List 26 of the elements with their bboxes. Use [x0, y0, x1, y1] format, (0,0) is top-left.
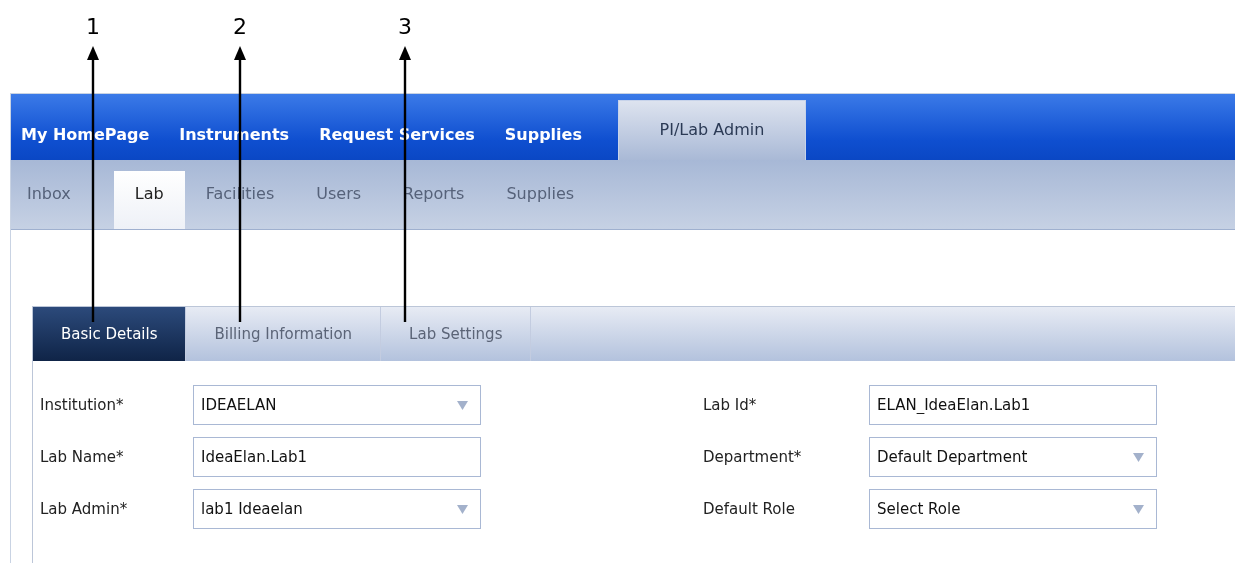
callout-number: 2	[233, 14, 247, 39]
text-field[interactable]: IdeaElan.Lab1	[193, 437, 481, 477]
sub-nav-tab[interactable]: Supplies	[485, 171, 596, 229]
field-label: Lab Admin*	[40, 500, 129, 518]
sub-nav-tab[interactable]: Lab	[113, 171, 185, 229]
field-label: Lab Id*	[703, 396, 758, 414]
field-label: Institution*	[40, 396, 125, 414]
field-label: Default Role	[703, 500, 796, 518]
dropdown-field[interactable]: IDEAELAN	[193, 385, 481, 425]
sub-nav-tab[interactable]: Users	[295, 171, 383, 229]
callout-number: 3	[398, 14, 412, 39]
dropdown-field[interactable]: lab1 Ideaelan	[193, 489, 481, 529]
tab[interactable]: Basic Details	[33, 307, 187, 361]
caret-icon	[1133, 452, 1144, 462]
field-label: Department*	[703, 448, 803, 466]
callout-number: 1	[86, 14, 100, 39]
dropdown-field[interactable]: Select Role	[869, 489, 1157, 529]
caret-icon	[457, 400, 468, 410]
field-label: Lab Name*	[40, 448, 125, 466]
text-field[interactable]: ELAN_IdeaElan.Lab1	[869, 385, 1157, 425]
caret-icon	[457, 504, 468, 514]
sub-nav-tab[interactable]: Inbox	[11, 171, 92, 229]
nav-tab[interactable]: PI/Lab Admin	[617, 100, 806, 160]
dropdown-field[interactable]: Default Department	[869, 437, 1157, 477]
nav-tab[interactable]: Supplies	[504, 125, 582, 160]
caret-icon	[1133, 504, 1144, 514]
